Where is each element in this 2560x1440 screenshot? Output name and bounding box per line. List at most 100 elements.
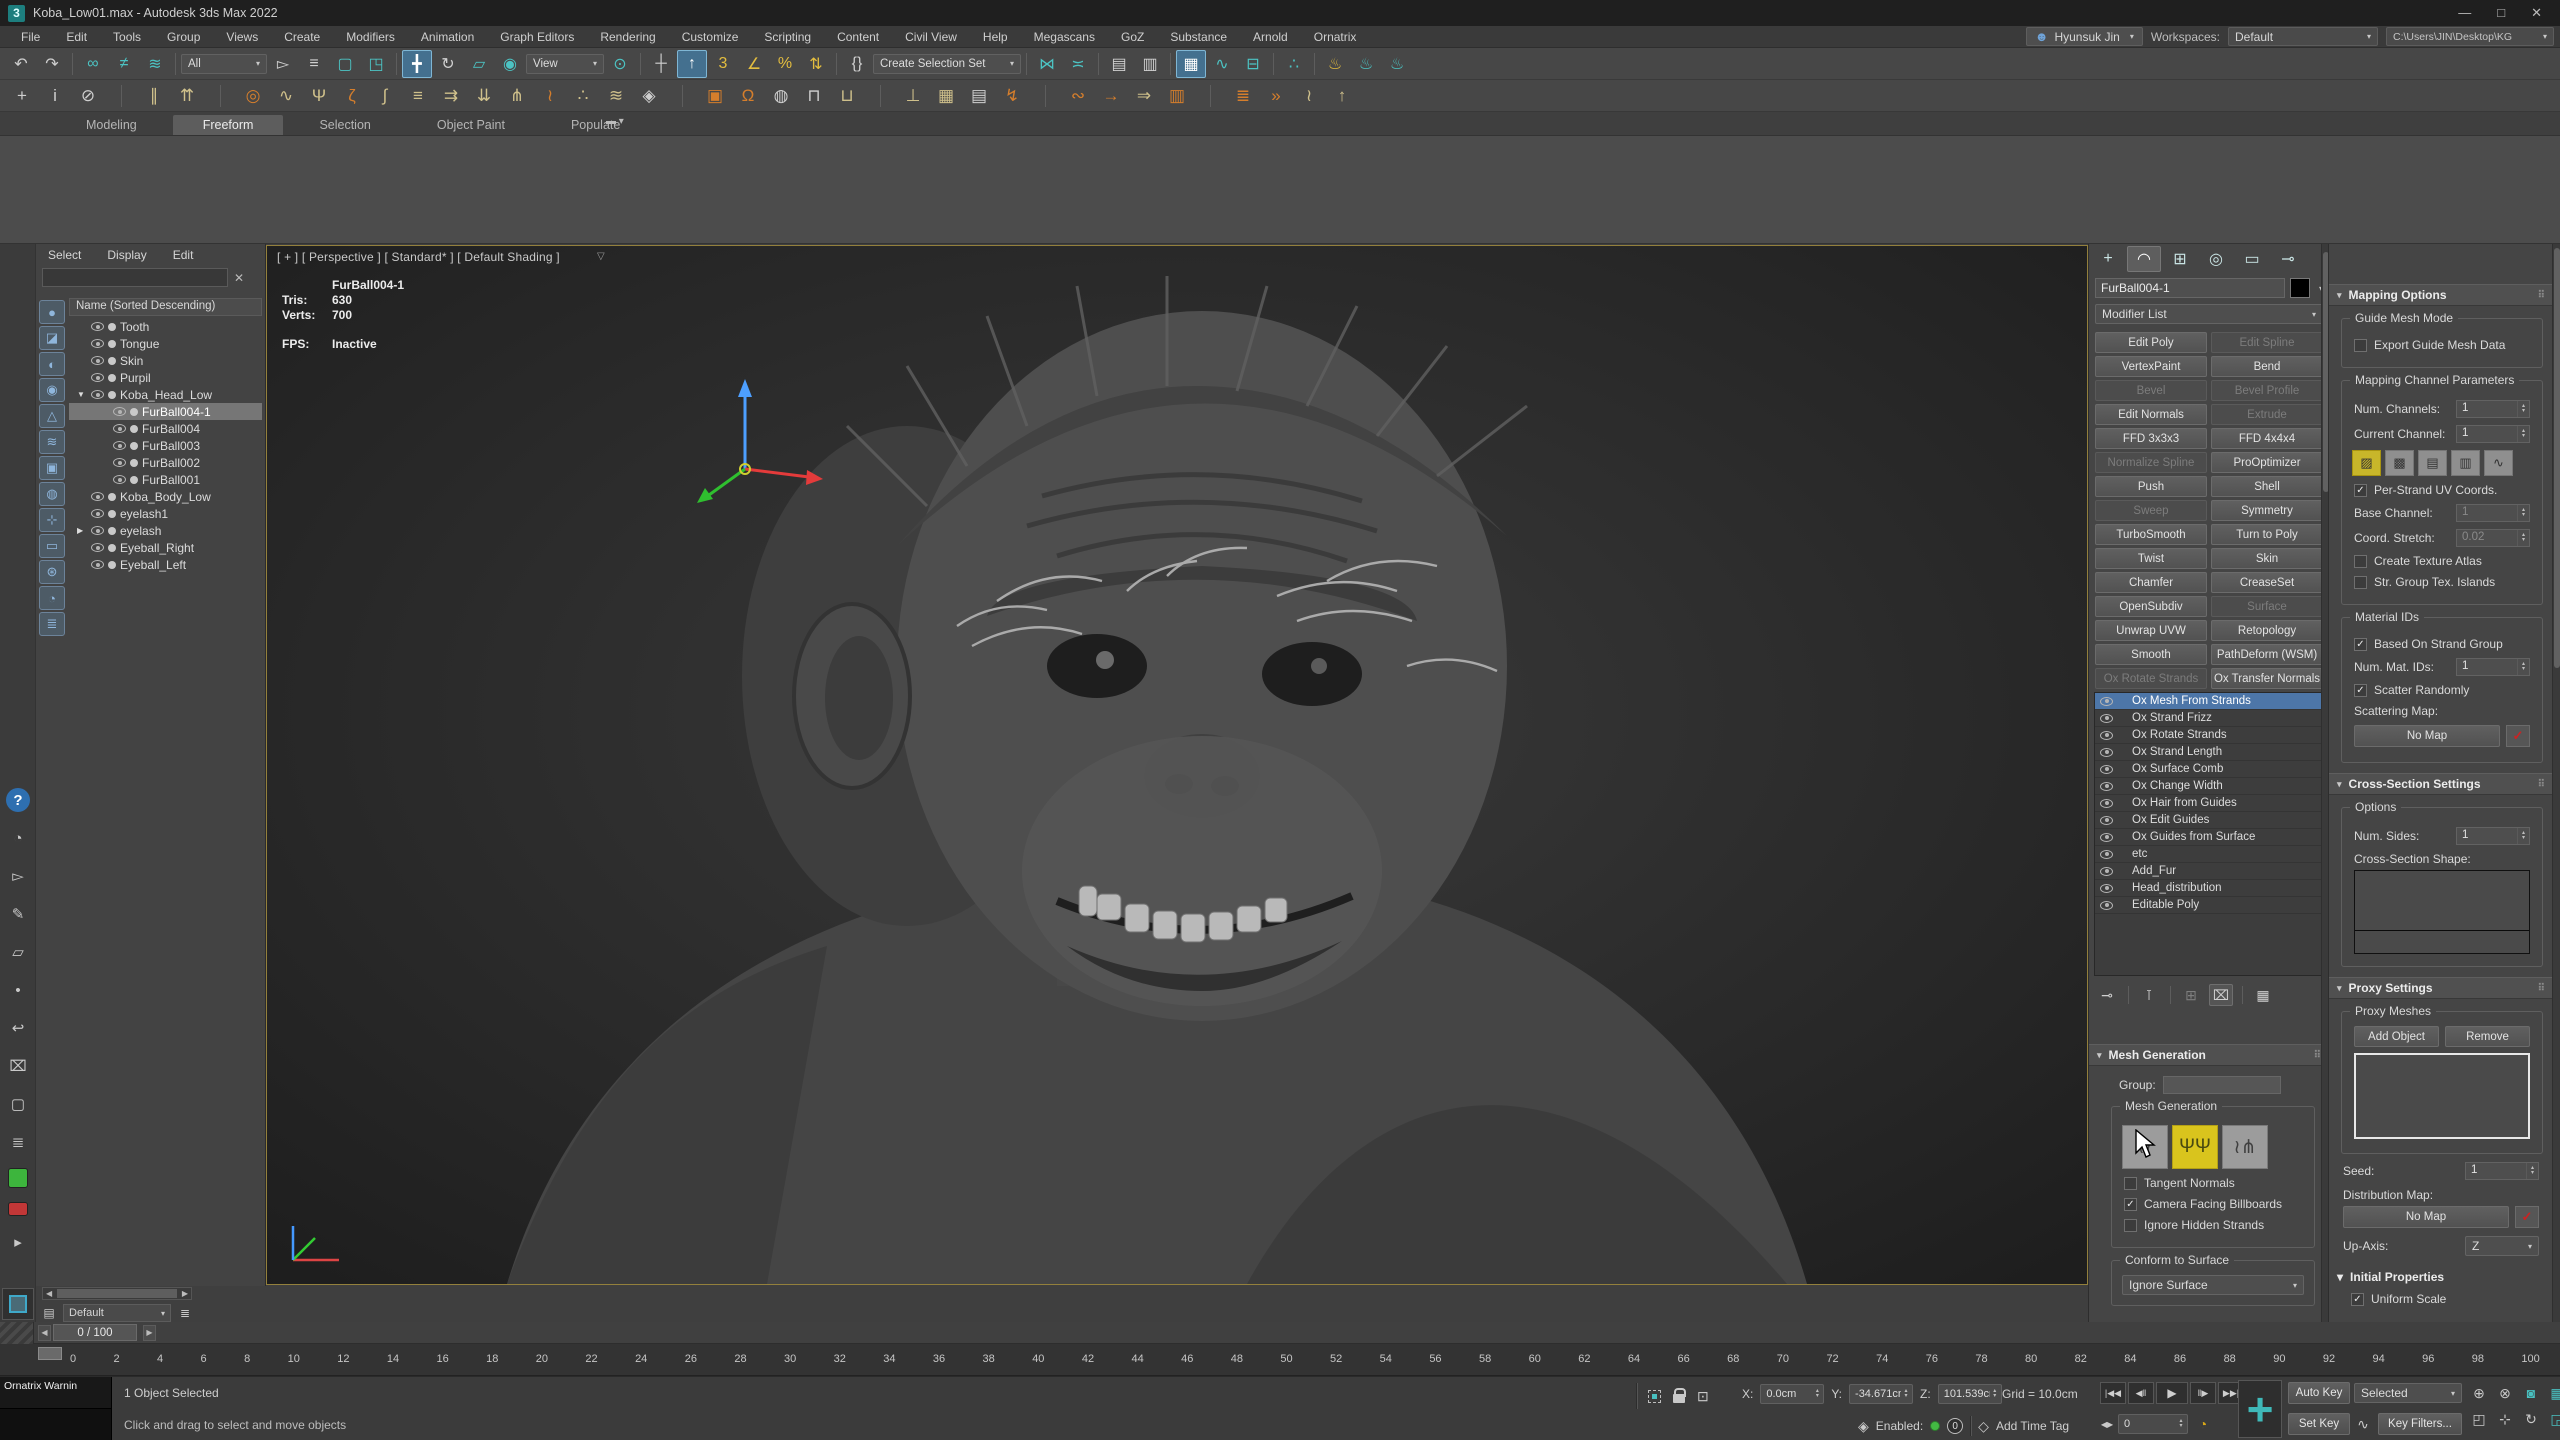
modifier-button[interactable]: Push — [2095, 476, 2207, 497]
viewport-filter-icon[interactable]: ▽ — [597, 251, 605, 262]
ox-render-settings[interactable]: Ω — [732, 81, 764, 110]
filter-materials[interactable]: ▣ — [39, 456, 65, 480]
filter-cameras[interactable]: ◉ — [39, 378, 65, 402]
pin-stack[interactable]: ⊸ — [2095, 984, 2119, 1006]
timeline-tick[interactable]: 38 — [983, 1353, 995, 1365]
scattering-map-button[interactable]: No Map — [2354, 725, 2500, 747]
z-coordinate-field[interactable]: 101.539cm▴▾ — [1938, 1384, 2002, 1404]
modifier-button[interactable]: Smooth — [2095, 644, 2207, 665]
ox-guide-strands[interactable]: ⇈ — [171, 81, 203, 110]
ox-curves[interactable]: ≀ — [1293, 81, 1325, 110]
modifier-button[interactable]: Ox Rotate Strands — [2095, 668, 2207, 689]
next-frame[interactable]: ‖▶ — [2190, 1382, 2216, 1404]
visibility-eye-icon[interactable] — [91, 560, 104, 569]
selection-lock-icon[interactable] — [1673, 1394, 1685, 1403]
select-and-manipulate[interactable]: ┼ ▾ — [646, 50, 676, 78]
scene-object-row[interactable]: FurBall003 — [69, 437, 262, 454]
workspace-dropdown[interactable]: Default ▾ — [2228, 27, 2378, 46]
ox-groom[interactable]: » — [1260, 81, 1292, 110]
menu-item[interactable]: Modifiers — [335, 28, 406, 46]
menu-item[interactable]: Tools — [102, 28, 152, 46]
modifier-button[interactable]: Surface — [2211, 596, 2323, 617]
timeline-tick[interactable]: 58 — [1479, 1353, 1491, 1365]
explorer-sort-header[interactable]: Name (Sorted Descending) — [69, 298, 262, 316]
selection-region-rect[interactable]: ▢ ▾ — [330, 50, 360, 78]
select-and-rotate[interactable]: ↻ ▾ — [433, 50, 463, 78]
checkbox-row[interactable]: ✓ Camera Facing Billboards — [2124, 1197, 2302, 1211]
scroll-left-icon[interactable]: ◀ — [43, 1289, 55, 1298]
render-setup[interactable]: ♨ ▾ — [1320, 50, 1350, 78]
ox-to-strands[interactable]: ⇒ — [1128, 81, 1160, 110]
modifier-stack-row[interactable]: Ox Surface Comb — [2095, 761, 2323, 778]
menu-item[interactable]: Group — [156, 28, 211, 46]
scene-object-row[interactable]: FurBall001 — [69, 471, 262, 488]
timeline-tick[interactable]: 42 — [1082, 1353, 1094, 1365]
timeline-tick[interactable]: 98 — [2472, 1353, 2484, 1365]
rollout-proxy-settings[interactable]: ▾ Proxy Settings ⠿ — [2329, 977, 2553, 999]
ox-to-guides[interactable]: → — [1095, 81, 1127, 110]
ox-dynamics[interactable]: ↯ — [996, 81, 1028, 110]
separator[interactable]: ▾ — [392, 50, 401, 78]
distribution-map-button[interactable]: No Map — [2343, 1206, 2509, 1228]
select-and-link[interactable]: ∞ ▾ — [78, 50, 108, 78]
layer-list-icon[interactable]: ≣ — [176, 1304, 194, 1322]
timeline-tick[interactable]: 82 — [2075, 1353, 2087, 1365]
expand-rail[interactable]: ▸ — [6, 1230, 30, 1254]
filter-frozen[interactable]: ▭ — [39, 534, 65, 558]
bind-to-space-warp[interactable]: ≋ ▾ — [140, 50, 170, 78]
scene-object-row[interactable]: Skin — [69, 352, 262, 369]
timeline-tick[interactable]: 50 — [1280, 1353, 1292, 1365]
ox-strand-groups[interactable]: ◎ — [237, 81, 269, 110]
layer-icon[interactable]: ▤ — [40, 1304, 58, 1322]
redo[interactable]: ↷ ▾ — [37, 50, 67, 78]
modifier-button[interactable]: FFD 4x4x4 — [2211, 428, 2323, 449]
key-mode-clock-icon[interactable]: ◔ — [2192, 1413, 2214, 1435]
tab-display[interactable]: ▭ — [2235, 246, 2269, 272]
scene-object-row[interactable]: Koba_Body_Low — [69, 488, 262, 505]
unlink-selection[interactable]: ≠ ▾ — [109, 50, 139, 78]
tab-create[interactable]: + — [2091, 246, 2125, 272]
ribbon-tab[interactable]: Populate — [541, 115, 650, 135]
timeline-tick[interactable]: 28 — [734, 1353, 746, 1365]
timeline-ruler[interactable]: 0246810121416182022242628303234363840424… — [0, 1344, 2560, 1376]
timeline-tick[interactable]: 8 — [244, 1353, 250, 1365]
ox-frizz[interactable]: ∿ — [270, 81, 302, 110]
ox-brush[interactable]: ≣ — [1227, 81, 1259, 110]
frame-forward-button[interactable]: ▶ — [143, 1325, 156, 1341]
modifier-eye-icon[interactable] — [2100, 867, 2113, 876]
isolate-selection-icon[interactable] — [1648, 1390, 1661, 1403]
checkbox[interactable]: ✓ — [2354, 638, 2367, 651]
ox-add-fur[interactable]: + — [6, 81, 38, 110]
add-object-button[interactable]: Add Object — [2354, 1026, 2439, 1047]
toggle-layer-explorer[interactable]: ▥ ▾ — [1135, 50, 1165, 78]
key-mode-toggle[interactable]: ◀▶ — [2100, 1413, 2114, 1435]
render-dot-icon[interactable] — [108, 544, 116, 552]
scene-object-row[interactable]: FurBall004-1 — [69, 403, 262, 420]
proxy-mesh-list[interactable] — [2354, 1053, 2530, 1139]
modifier-stack-row[interactable]: Ox Rotate Strands — [2095, 727, 2323, 744]
percent-snap-toggle[interactable]: % ▾ — [770, 50, 800, 78]
timeline-tick[interactable]: 6 — [201, 1353, 207, 1365]
visibility-eye-icon[interactable] — [91, 356, 104, 365]
mirror[interactable]: ⋈ ▾ — [1032, 50, 1062, 78]
scene-object-row[interactable]: Eyeball_Right — [69, 539, 262, 556]
ribbon-minimize-button[interactable]: ▬ ▾ — [598, 114, 632, 129]
mesh-type-proxy[interactable]: ≀⋔ — [2222, 1125, 2268, 1169]
ox-bake[interactable]: ▣ — [699, 81, 731, 110]
timeline-tick[interactable]: 54 — [1380, 1353, 1392, 1365]
ox-import[interactable]: ⊔ — [831, 81, 863, 110]
visibility-eye-icon[interactable] — [91, 390, 104, 399]
group-islands-checkbox-row[interactable]: ✓ Str. Group Tex. Islands — [2354, 575, 2530, 589]
ox-gravity[interactable]: ⇊ — [468, 81, 500, 110]
modifier-stack-row[interactable]: Ox Strand Length — [2095, 744, 2323, 761]
modifier-button[interactable]: Extrude — [2211, 404, 2323, 425]
swatch-green[interactable] — [8, 1168, 28, 1188]
select-by-name[interactable]: ≡ ▾ — [299, 50, 329, 78]
render-dot-icon[interactable] — [130, 442, 138, 450]
edit-named-selection-sets[interactable]: {} ▾ — [842, 50, 872, 78]
scatter-randomly-checkbox-row[interactable]: ✓ Scatter Randomly — [2354, 683, 2530, 697]
timeline-tick[interactable]: 2 — [114, 1353, 120, 1365]
x-coordinate-field[interactable]: 0.0cm▴▾ — [1760, 1384, 1824, 1404]
set-keys-button[interactable]: + — [2238, 1380, 2282, 1438]
zoom[interactable]: ⊕ — [2468, 1382, 2490, 1404]
